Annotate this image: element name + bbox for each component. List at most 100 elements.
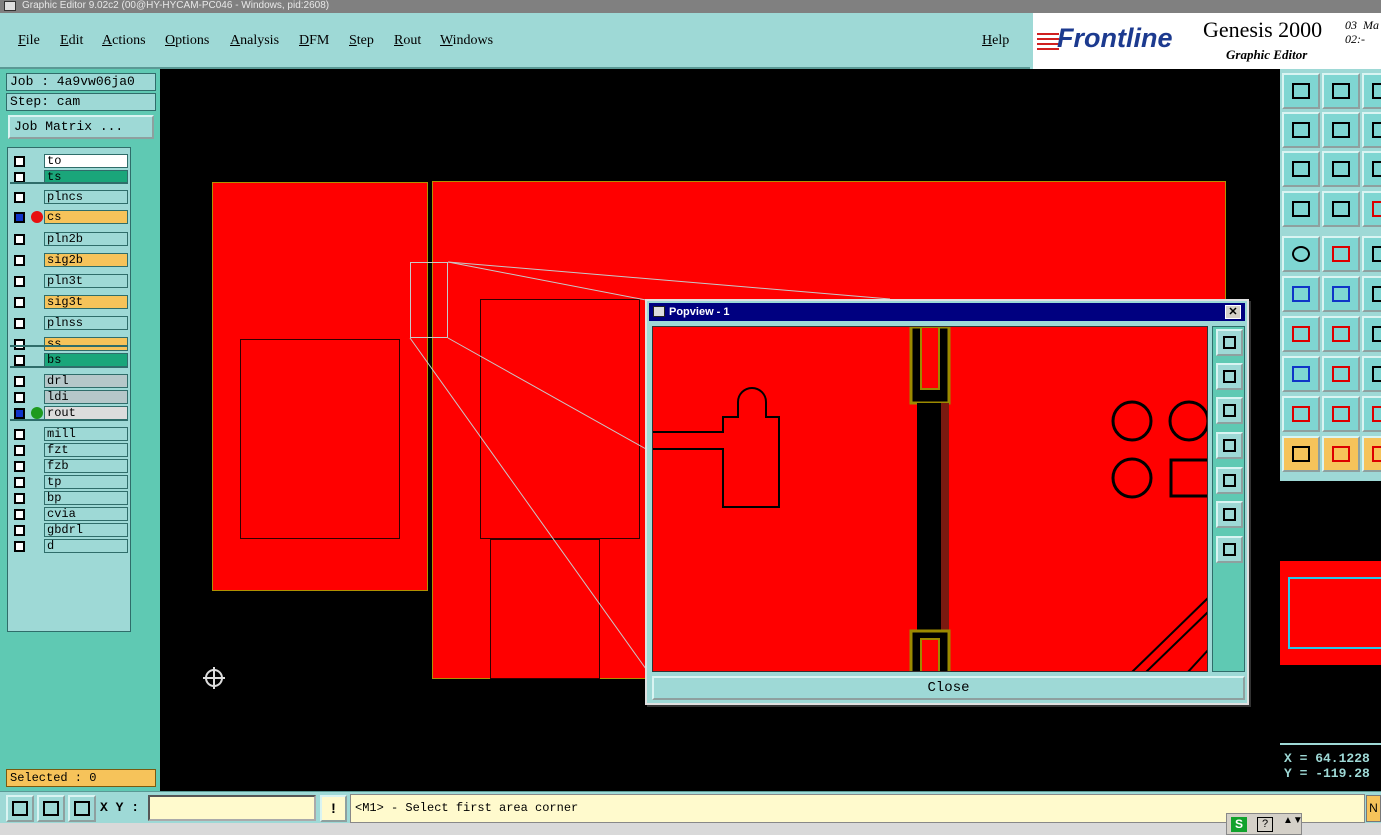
- layer-row-to[interactable]: to: [10, 154, 128, 168]
- layer-row-fzb[interactable]: fzb: [10, 459, 128, 473]
- connect-icon[interactable]: [1282, 276, 1320, 312]
- layer-name[interactable]: gbdrl: [44, 523, 128, 537]
- layer-name[interactable]: cs: [44, 210, 128, 224]
- line-icon[interactable]: [1322, 316, 1360, 352]
- move-pad-icon[interactable]: [1282, 356, 1320, 392]
- zoom-one-to-one-icon[interactable]: [1362, 151, 1381, 187]
- layer-checkbox[interactable]: [14, 493, 25, 504]
- home-icon[interactable]: [1362, 73, 1381, 109]
- layer-checkbox[interactable]: [14, 192, 25, 203]
- snap-mode-icon[interactable]: [6, 795, 34, 822]
- popview-pan-left-icon[interactable]: [1216, 432, 1243, 459]
- pan-left-icon[interactable]: [1282, 112, 1320, 148]
- menu-options[interactable]: Options: [165, 33, 209, 49]
- layer-name[interactable]: rout: [44, 406, 128, 420]
- peak-icon[interactable]: [1322, 396, 1360, 432]
- snap-icon[interactable]: [1322, 236, 1360, 272]
- zoom-in-icon[interactable]: [1322, 151, 1360, 187]
- layer-row-plncs[interactable]: plncs: [10, 190, 128, 204]
- popview-close-button[interactable]: Close: [652, 676, 1245, 700]
- pan-right-icon[interactable]: [1322, 112, 1360, 148]
- job-matrix-button[interactable]: Job Matrix ...: [8, 115, 154, 139]
- layer-row-drl[interactable]: drl: [10, 374, 128, 388]
- layer-name[interactable]: tp: [44, 475, 128, 489]
- execute-button[interactable]: !: [320, 795, 347, 822]
- layer-checkbox[interactable]: [14, 408, 25, 419]
- popview-close-icon[interactable]: ✕: [1225, 305, 1241, 319]
- layer-row-bs[interactable]: bs: [10, 353, 128, 367]
- layer-checkbox[interactable]: [14, 156, 25, 167]
- layer-row-ldi[interactable]: ldi: [10, 390, 128, 404]
- layer-checkbox[interactable]: [14, 429, 25, 440]
- popview-canvas[interactable]: [652, 326, 1208, 672]
- layer-name[interactable]: plncs: [44, 190, 128, 204]
- menu-windows[interactable]: Windows: [440, 33, 493, 49]
- layer-name[interactable]: mill: [44, 427, 128, 441]
- layer-row-fzt[interactable]: fzt: [10, 443, 128, 457]
- arrow-tool-icon[interactable]: [1362, 276, 1381, 312]
- menu-actions[interactable]: Actions: [102, 33, 146, 49]
- pan-up-icon[interactable]: [1282, 73, 1320, 109]
- popview-pan-right-icon[interactable]: [1216, 467, 1243, 494]
- layer-row-pln2b[interactable]: pln2b: [10, 232, 128, 246]
- layer-checkbox[interactable]: [14, 255, 25, 266]
- layer-checkbox[interactable]: [14, 376, 25, 387]
- popview-pan-down-icon[interactable]: [1216, 397, 1243, 424]
- ruler-icon[interactable]: [1362, 236, 1381, 272]
- layer-row-d[interactable]: d: [10, 539, 128, 553]
- scroll-arrows-icon[interactable]: ▲▼: [1283, 816, 1303, 826]
- layer-name[interactable]: pln3t: [44, 274, 128, 288]
- menu-help[interactable]: Help: [982, 33, 1009, 49]
- triangle-icon[interactable]: [1282, 396, 1320, 432]
- angle-icon[interactable]: [1282, 316, 1320, 352]
- measure-icon[interactable]: [1362, 191, 1381, 227]
- pad-icon[interactable]: [1282, 236, 1320, 272]
- layer-name[interactable]: fzt: [44, 443, 128, 457]
- layer-name[interactable]: bs: [44, 353, 128, 367]
- menu-file[interactable]: File: [18, 33, 40, 49]
- menu-edit[interactable]: Edit: [60, 33, 83, 49]
- layer-row-sig3t[interactable]: sig3t: [10, 295, 128, 309]
- grid-icon[interactable]: [1322, 191, 1360, 227]
- layer-name[interactable]: sig3t: [44, 295, 128, 309]
- layer-checkbox[interactable]: [14, 525, 25, 536]
- prompt-end-button[interactable]: N: [1366, 795, 1381, 822]
- xy-input[interactable]: [148, 795, 316, 821]
- layer-row-pln3t[interactable]: pln3t: [10, 274, 128, 288]
- overview-map[interactable]: [1280, 481, 1381, 743]
- popview-zoom-out-icon[interactable]: [1216, 501, 1243, 528]
- layer-row-rout[interactable]: rout: [10, 406, 128, 420]
- layer-checkbox[interactable]: [14, 212, 25, 223]
- layer-name[interactable]: ss: [44, 337, 128, 351]
- layer-name[interactable]: d: [44, 539, 128, 553]
- layer-checkbox[interactable]: [14, 477, 25, 488]
- layer-checkbox[interactable]: [14, 234, 25, 245]
- layer-checkbox[interactable]: [14, 461, 25, 472]
- layer-row-sig2b[interactable]: sig2b: [10, 253, 128, 267]
- layer-checkbox[interactable]: [14, 276, 25, 287]
- layer-name[interactable]: fzb: [44, 459, 128, 473]
- layer-name[interactable]: plnss: [44, 316, 128, 330]
- layer-checkbox[interactable]: [14, 541, 25, 552]
- layer-row-tp[interactable]: tp: [10, 475, 128, 489]
- slice-icon[interactable]: [1322, 356, 1360, 392]
- redraw-icon[interactable]: [1362, 112, 1381, 148]
- layer-name[interactable]: sig2b: [44, 253, 128, 267]
- grid-mode-icon[interactable]: [68, 795, 96, 822]
- layer-name[interactable]: pln2b: [44, 232, 128, 246]
- layer-row-plnss[interactable]: plnss: [10, 316, 128, 330]
- layer-checkbox[interactable]: [14, 297, 25, 308]
- help-icon[interactable]: ?: [1257, 817, 1273, 832]
- layer-row-ss[interactable]: ss: [10, 337, 128, 351]
- layer-checkbox[interactable]: [14, 509, 25, 520]
- menu-rout[interactable]: Rout: [394, 33, 421, 49]
- select-poly-icon[interactable]: [1362, 436, 1381, 472]
- popview-zoom-icon[interactable]: [1216, 329, 1243, 356]
- split-icon[interactable]: [1362, 356, 1381, 392]
- select-arrow-icon[interactable]: [1282, 436, 1320, 472]
- layer-row-cvia[interactable]: cvia: [10, 507, 128, 521]
- layer-row-gbdrl[interactable]: gbdrl: [10, 523, 128, 537]
- layer-name[interactable]: ldi: [44, 390, 128, 404]
- settings-icon[interactable]: [1282, 191, 1320, 227]
- popview-zoom-in-icon[interactable]: [1216, 536, 1243, 563]
